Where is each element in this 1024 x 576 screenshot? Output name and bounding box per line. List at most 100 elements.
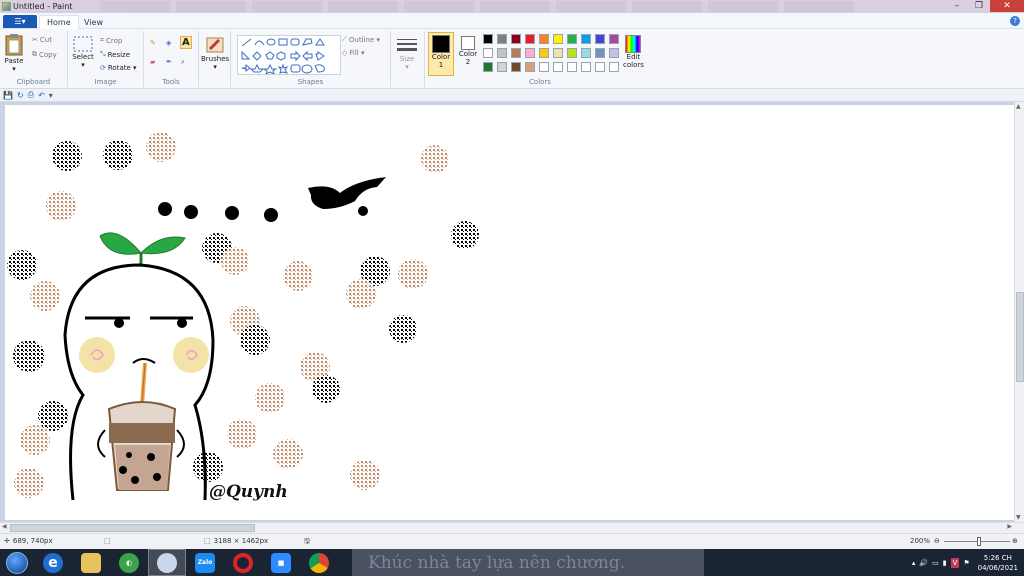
select-button[interactable]: Select ▾ <box>72 35 94 69</box>
shapes-gallery[interactable] <box>237 35 341 75</box>
palette-swatch[interactable] <box>553 62 563 72</box>
palette-swatch[interactable] <box>595 34 605 44</box>
customize-qat-icon[interactable]: ▾ <box>49 91 53 100</box>
tab-view[interactable]: View <box>77 15 110 29</box>
brushes-button[interactable]: Brushes ▾ <box>201 35 229 71</box>
palette-swatch[interactable] <box>525 48 535 58</box>
scroll-left-arrow-icon[interactable]: ◀ <box>2 523 7 530</box>
fill-tool[interactable]: ◈ <box>166 39 171 47</box>
close-button[interactable]: ✕ <box>990 0 1024 12</box>
magnifier-tool[interactable]: ⌕ <box>181 58 185 67</box>
black-pearl <box>193 452 223 482</box>
palette-swatch[interactable] <box>567 62 577 72</box>
palette-swatch[interactable] <box>511 48 521 58</box>
color2-button[interactable]: Color 2 <box>456 34 480 66</box>
palette-swatch[interactable] <box>497 48 507 58</box>
palette-swatch[interactable] <box>483 34 493 44</box>
black-pearl <box>52 141 82 171</box>
taskbar-app-green[interactable]: ◐ <box>110 549 148 576</box>
palette-swatch[interactable] <box>609 48 619 58</box>
taskbar-opera[interactable] <box>224 549 262 576</box>
palette-swatch[interactable] <box>553 34 563 44</box>
edit-colors-button[interactable]: Edit colors <box>623 35 644 69</box>
brown-pearl <box>273 439 303 469</box>
rotate-button[interactable]: ⟳ Rotate ▾ <box>100 64 137 72</box>
crop-button[interactable]: ⌗ Crop <box>100 36 122 45</box>
copy-button[interactable]: ⧉ Copy <box>32 50 57 59</box>
palette-swatch[interactable] <box>525 62 535 72</box>
help-icon[interactable]: ? <box>1010 16 1020 26</box>
palette-swatch[interactable] <box>483 62 493 72</box>
palette-swatch[interactable] <box>609 34 619 44</box>
palette-swatch[interactable] <box>567 34 577 44</box>
outline-dropdown[interactable]: ⟋ Outline ▾ <box>342 35 380 44</box>
start-button[interactable] <box>0 549 34 576</box>
text-tool[interactable]: A <box>180 36 192 49</box>
taskbar-zoom[interactable]: ■ <box>262 549 300 576</box>
palette-swatch[interactable] <box>595 62 605 72</box>
resize-button[interactable]: ⤡ Resize <box>100 50 130 59</box>
size-button[interactable]: Size ▾ <box>396 37 418 71</box>
eyedropper-icon: ✒ <box>166 58 172 66</box>
taskbar-files[interactable] <box>72 549 110 576</box>
palette-swatch[interactable] <box>539 62 549 72</box>
cut-button[interactable]: ✂ Cut <box>32 36 52 44</box>
palette-swatch[interactable] <box>567 48 577 58</box>
palette-swatch[interactable] <box>511 34 521 44</box>
palette-swatch[interactable] <box>539 34 549 44</box>
palette-swatch[interactable] <box>511 62 521 72</box>
taskbar-zalo[interactable]: Zalo <box>186 549 224 576</box>
show-hidden-icons-icon[interactable]: ▴ <box>912 559 916 567</box>
palette-swatch[interactable] <box>609 62 619 72</box>
maximize-button[interactable]: ❐ <box>968 0 990 12</box>
pencil-tool[interactable]: ✎ <box>150 39 156 47</box>
scroll-right-arrow-icon[interactable]: ▶ <box>1007 523 1012 530</box>
clock[interactable]: 5:26 CH 04/06/2021 <box>978 553 1018 573</box>
paste-button[interactable]: Paste ▾ <box>4 33 24 73</box>
taskbar-internet-explorer[interactable]: e <box>34 549 72 576</box>
background-window-tabs <box>100 0 854 13</box>
eraser-tool[interactable]: ▰ <box>150 58 155 66</box>
zoom-out-icon[interactable]: ⊖ <box>934 537 940 545</box>
zoom-in-icon[interactable]: ⊕ <box>1012 537 1018 545</box>
fill-dropdown[interactable]: ◇ Fill ▾ <box>342 49 364 57</box>
palette-swatch[interactable] <box>497 62 507 72</box>
taskbar-paint[interactable] <box>148 549 186 576</box>
zoom-slider-knob[interactable] <box>977 537 981 546</box>
tab-home[interactable]: Home <box>39 15 79 29</box>
vertical-scroll-thumb[interactable] <box>1016 292 1024 382</box>
green-app-icon: ◐ <box>119 552 139 573</box>
drawing-canvas[interactable]: @Quynh <box>5 105 1014 520</box>
palette-swatch[interactable] <box>539 48 549 58</box>
vivaldi-tray-icon[interactable]: V <box>950 557 960 568</box>
undo-icon[interactable]: ↶ <box>38 91 45 100</box>
print-icon[interactable]: ⎙ <box>28 90 34 100</box>
palette-swatch[interactable] <box>581 48 591 58</box>
redo-arrow-icon[interactable]: ↻ <box>17 91 24 100</box>
palette-swatch[interactable] <box>553 48 563 58</box>
cursor-position: ✛ 689, 740px <box>4 537 53 545</box>
network-icon[interactable]: ▭ <box>932 559 939 567</box>
palette-swatch[interactable] <box>483 48 493 58</box>
palette-swatch[interactable] <box>581 62 591 72</box>
horizontal-scroll-thumb[interactable] <box>10 524 255 532</box>
horizontal-scrollbar[interactable]: ◀ ▶ <box>0 522 1024 533</box>
vertical-scrollbar[interactable]: ▲ ▼ <box>1014 102 1024 522</box>
battery-icon[interactable]: ▮ <box>943 559 947 567</box>
file-menu-button[interactable]: ☰ ▾ <box>3 15 37 28</box>
color1-button[interactable]: Color 1 <box>428 32 454 76</box>
scroll-up-arrow-icon[interactable]: ▲ <box>1016 103 1021 110</box>
palette-swatch[interactable] <box>581 34 591 44</box>
color-picker-tool[interactable]: ✒ <box>166 58 172 66</box>
palette-swatch[interactable] <box>595 48 605 58</box>
minimize-button[interactable]: – <box>946 0 968 12</box>
brush-icon <box>206 37 224 53</box>
speaker-icon[interactable]: 🔊 <box>919 559 928 567</box>
language-flag-icon[interactable]: ⚑ <box>963 559 969 567</box>
taskbar-chrome[interactable] <box>300 549 338 576</box>
save-icon[interactable]: 💾 <box>3 91 13 100</box>
palette-swatch[interactable] <box>497 34 507 44</box>
black-pearl <box>103 140 133 170</box>
palette-swatch[interactable] <box>525 34 535 44</box>
scroll-down-arrow-icon[interactable]: ▼ <box>1016 514 1021 521</box>
